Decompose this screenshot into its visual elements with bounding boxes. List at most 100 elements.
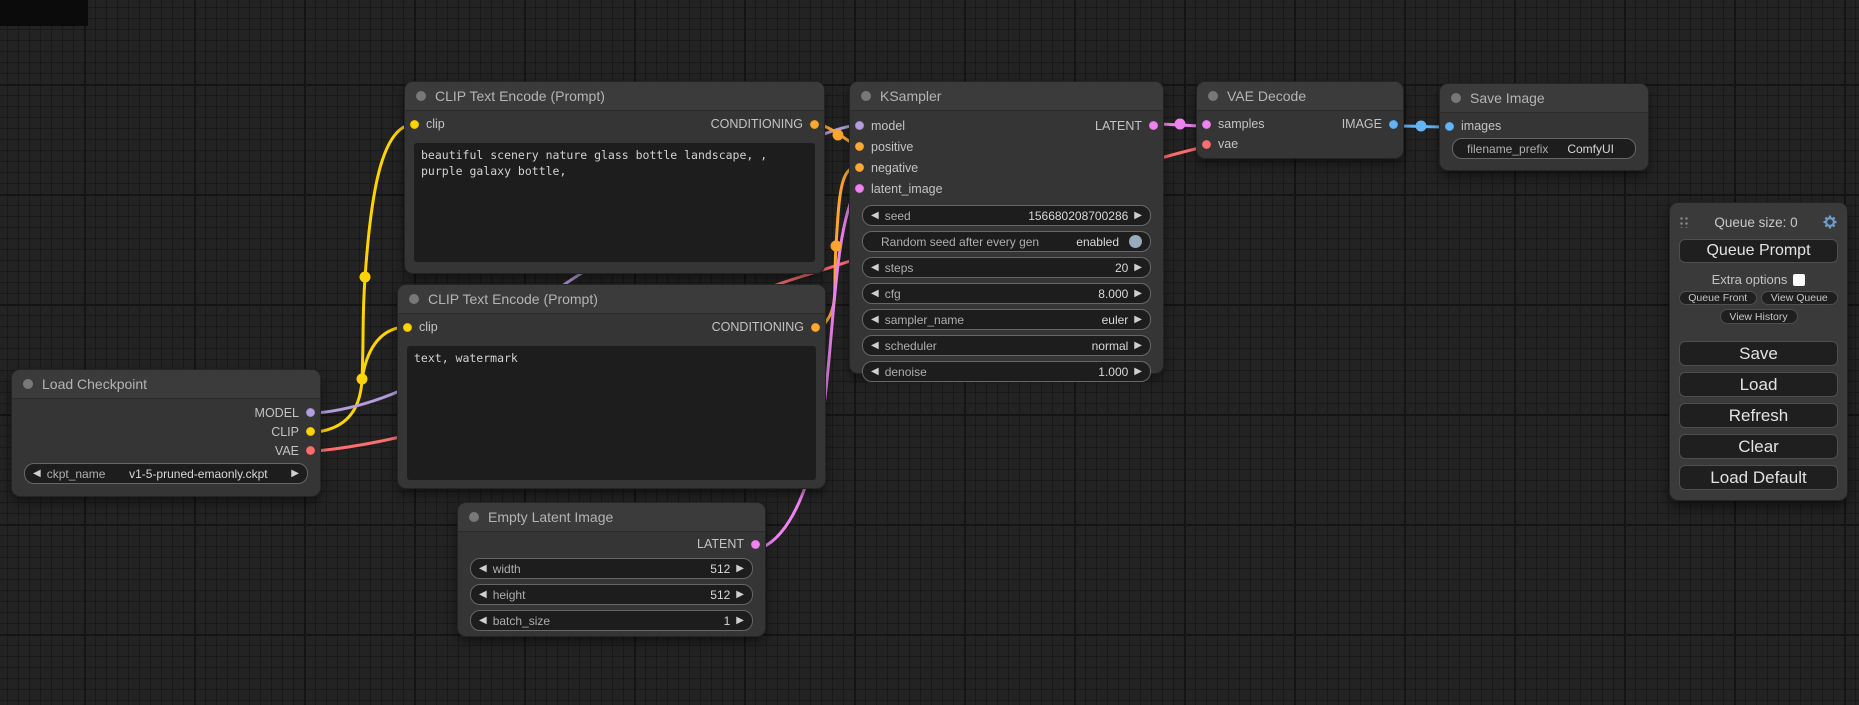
increment-arrow-icon[interactable]: ▶: [736, 616, 744, 626]
decrement-arrow-icon[interactable]: ◀: [871, 263, 879, 273]
collapse-dot-icon[interactable]: [416, 91, 426, 101]
reroute-dot[interactable]: [357, 374, 368, 385]
reroute-dot[interactable]: [831, 241, 842, 252]
input-samples: samples: [1202, 117, 1265, 131]
drag-handle-icon[interactable]: [1679, 216, 1690, 228]
load-default-button[interactable]: Load Default: [1679, 465, 1838, 490]
image-port-dot[interactable]: [1389, 120, 1398, 129]
cfg-widget[interactable]: ◀ cfg 8.000 ▶: [862, 283, 1151, 304]
collapse-dot-icon[interactable]: [23, 379, 33, 389]
node-title: Empty Latent Image: [488, 509, 613, 525]
increment-arrow-icon[interactable]: ▶: [1134, 341, 1142, 351]
node-title-bar[interactable]: KSampler: [850, 82, 1163, 111]
decrement-arrow-icon[interactable]: ◀: [479, 616, 487, 626]
toggle-circle-icon[interactable]: [1129, 235, 1142, 248]
increment-arrow-icon[interactable]: ▶: [1134, 263, 1142, 273]
sampler-name-widget[interactable]: ◀ sampler_name euler ▶: [862, 309, 1151, 330]
decrement-arrow-icon[interactable]: ◀: [871, 315, 879, 325]
node-title-bar[interactable]: VAE Decode: [1197, 82, 1403, 111]
increment-arrow-icon[interactable]: ▶: [1134, 289, 1142, 299]
reroute-dot[interactable]: [360, 272, 371, 283]
increment-arrow-icon[interactable]: ▶: [1134, 315, 1142, 325]
input-clip: clip: [403, 320, 438, 334]
latent-port-dot[interactable]: [1149, 121, 1158, 130]
node-graph-canvas[interactable]: Load Checkpoint MODEL CLIP VAE ◀ c: [0, 0, 1859, 705]
increment-arrow-icon[interactable]: ▶: [736, 590, 744, 600]
collapse-dot-icon[interactable]: [1208, 91, 1218, 101]
node-clip-text-encode-positive[interactable]: CLIP Text Encode (Prompt) clip CONDITION…: [405, 82, 824, 273]
scheduler-widget[interactable]: ◀ scheduler normal ▶: [862, 335, 1151, 356]
denoise-widget[interactable]: ◀ denoise 1.000 ▶: [862, 361, 1151, 382]
node-title-bar[interactable]: Save Image: [1440, 84, 1648, 113]
node-title-bar[interactable]: Load Checkpoint: [12, 370, 320, 399]
ckpt-name-widget[interactable]: ◀ ckpt_name v1-5-pruned-emaonly.ckpt ▶: [24, 463, 308, 484]
reroute-dot[interactable]: [1416, 121, 1427, 132]
queue-front-button[interactable]: Queue Front: [1679, 291, 1757, 305]
negative-prompt-textarea[interactable]: text, watermark: [407, 346, 816, 480]
load-button[interactable]: Load: [1679, 372, 1838, 397]
model-port-dot[interactable]: [855, 121, 864, 130]
node-vae-decode[interactable]: VAE Decode samples IMAGE vae: [1197, 82, 1403, 158]
height-widget[interactable]: ◀ height 512 ▶: [470, 584, 753, 605]
latent-port-dot[interactable]: [1202, 120, 1211, 129]
node-title: CLIP Text Encode (Prompt): [435, 88, 605, 104]
node-empty-latent-image[interactable]: Empty Latent Image LATENT ◀ width 512 ▶ …: [458, 503, 765, 636]
output-vae: VAE: [275, 444, 315, 458]
node-title-bar[interactable]: Empty Latent Image: [458, 503, 765, 532]
collapse-dot-icon[interactable]: [861, 91, 871, 101]
decrement-arrow-icon[interactable]: ◀: [871, 289, 879, 299]
queue-prompt-button[interactable]: Queue Prompt: [1679, 239, 1838, 263]
clip-port-dot[interactable]: [306, 427, 315, 436]
extra-options-checkbox[interactable]: [1793, 274, 1805, 286]
latent-port-dot[interactable]: [751, 540, 760, 549]
model-port-dot[interactable]: [306, 408, 315, 417]
conditioning-port-dot[interactable]: [811, 323, 820, 332]
decrement-arrow-icon[interactable]: ◀: [871, 367, 879, 377]
reroute-dot[interactable]: [833, 130, 844, 141]
vae-port-dot[interactable]: [1202, 140, 1211, 149]
node-load-checkpoint[interactable]: Load Checkpoint MODEL CLIP VAE ◀ c: [12, 370, 320, 496]
decrement-arrow-icon[interactable]: ◀: [479, 564, 487, 574]
collapse-dot-icon[interactable]: [409, 294, 419, 304]
batch-size-widget[interactable]: ◀ batch_size 1 ▶: [470, 610, 753, 631]
width-widget[interactable]: ◀ width 512 ▶: [470, 558, 753, 579]
decrement-arrow-icon[interactable]: ◀: [33, 469, 41, 479]
increment-arrow-icon[interactable]: ▶: [736, 564, 744, 574]
steps-widget[interactable]: ◀ steps 20 ▶: [862, 257, 1151, 278]
conditioning-port-dot[interactable]: [810, 120, 819, 129]
node-clip-text-encode-negative[interactable]: CLIP Text Encode (Prompt) clip CONDITION…: [398, 285, 825, 488]
save-button[interactable]: Save: [1679, 341, 1838, 366]
input-model: model: [855, 119, 905, 133]
clip-port-dot[interactable]: [410, 120, 419, 129]
vae-port-dot[interactable]: [306, 446, 315, 455]
positive-prompt-textarea[interactable]: beautiful scenery nature glass bottle la…: [414, 143, 815, 262]
node-title-bar[interactable]: CLIP Text Encode (Prompt): [398, 285, 825, 314]
decrement-arrow-icon[interactable]: ◀: [871, 341, 879, 351]
increment-arrow-icon[interactable]: ▶: [1134, 367, 1142, 377]
random-seed-toggle-widget[interactable]: Random seed after every gen enabled: [862, 231, 1151, 252]
clip-port-dot[interactable]: [403, 323, 412, 332]
decrement-arrow-icon[interactable]: ◀: [479, 590, 487, 600]
node-save-image[interactable]: Save Image images filename_prefix ComfyU…: [1440, 84, 1648, 170]
settings-gear-icon[interactable]: [1822, 214, 1838, 230]
node-ksampler[interactable]: KSampler model LATENT positive negative: [850, 82, 1163, 373]
view-queue-button[interactable]: View Queue: [1761, 291, 1839, 305]
increment-arrow-icon[interactable]: ▶: [291, 469, 299, 479]
latent-port-dot[interactable]: [855, 184, 864, 193]
filename-prefix-widget[interactable]: filename_prefix ComfyUI: [1452, 138, 1636, 159]
image-port-dot[interactable]: [1445, 122, 1454, 131]
node-title-bar[interactable]: CLIP Text Encode (Prompt): [405, 82, 824, 111]
clear-button[interactable]: Clear: [1679, 434, 1838, 459]
seed-widget[interactable]: ◀ seed 156680208700286 ▶: [862, 205, 1151, 226]
refresh-button[interactable]: Refresh: [1679, 403, 1838, 428]
input-vae: vae: [1202, 137, 1238, 151]
view-history-button[interactable]: View History: [1720, 309, 1798, 324]
collapse-dot-icon[interactable]: [469, 512, 479, 522]
increment-arrow-icon[interactable]: ▶: [1134, 211, 1142, 221]
conditioning-port-dot[interactable]: [855, 163, 864, 172]
negative-prompt-text: text, watermark: [414, 351, 518, 365]
decrement-arrow-icon[interactable]: ◀: [871, 211, 879, 221]
conditioning-port-dot[interactable]: [855, 142, 864, 151]
reroute-dot[interactable]: [1175, 119, 1186, 130]
collapse-dot-icon[interactable]: [1451, 93, 1461, 103]
